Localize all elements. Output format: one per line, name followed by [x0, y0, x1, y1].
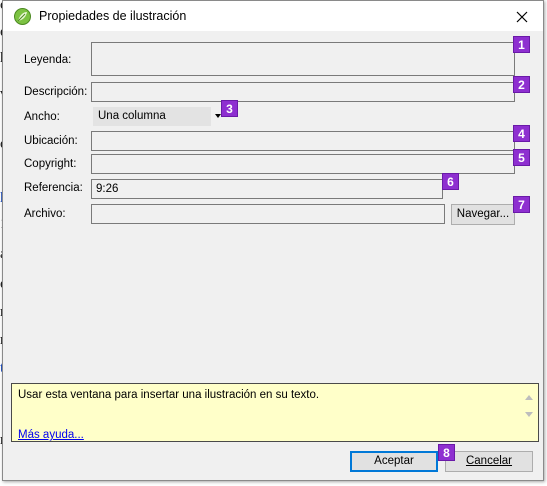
reference-label: Referencia: [24, 182, 83, 194]
illustration-properties-dialog: Propiedades de ilustración Leyenda: 1 De… [2, 0, 544, 481]
location-field[interactable] [91, 131, 515, 151]
caption-field[interactable] [91, 42, 515, 76]
description-label: Descripción: [24, 86, 88, 98]
reference-field[interactable]: 9:26 [91, 179, 443, 199]
width-label: Ancho: [24, 111, 60, 123]
cancel-button[interactable]: Cancelar [445, 451, 533, 472]
callout-badge: 1 [513, 36, 530, 53]
browse-button[interactable]: Navegar... [451, 204, 515, 225]
width-select[interactable]: Una columna [93, 107, 211, 126]
location-label: Ubicación: [24, 135, 78, 147]
file-label: Archivo: [24, 208, 66, 220]
leaf-icon [14, 8, 31, 25]
callout-badge: 7 [513, 196, 530, 213]
scroll-up-icon[interactable] [523, 392, 535, 402]
file-field[interactable] [91, 204, 445, 224]
cancel-button-label: Cancelar [465, 455, 513, 467]
caption-label: Leyenda: [24, 54, 72, 66]
callout-badge: 8 [438, 444, 455, 461]
description-field[interactable] [91, 82, 515, 102]
more-help-link[interactable]: Más ayuda... [18, 429, 84, 441]
callout-badge: 2 [513, 76, 530, 93]
close-icon[interactable] [509, 6, 535, 28]
copyright-field[interactable] [91, 154, 515, 174]
callout-badge: 5 [513, 149, 530, 166]
help-panel: Usar esta ventana para insertar una ilus… [11, 383, 539, 442]
copyright-label: Copyright: [24, 158, 77, 170]
window-title: Propiedades de ilustración [39, 9, 187, 23]
callout-badge: 3 [221, 100, 238, 117]
title-bar: Propiedades de ilustración [3, 1, 543, 31]
callout-badge: 4 [513, 125, 530, 142]
scroll-down-icon[interactable] [523, 409, 535, 419]
help-text: Usar esta ventana para insertar una ilus… [18, 389, 320, 401]
ok-button[interactable]: Aceptar [350, 451, 438, 472]
callout-badge: 6 [442, 173, 459, 190]
